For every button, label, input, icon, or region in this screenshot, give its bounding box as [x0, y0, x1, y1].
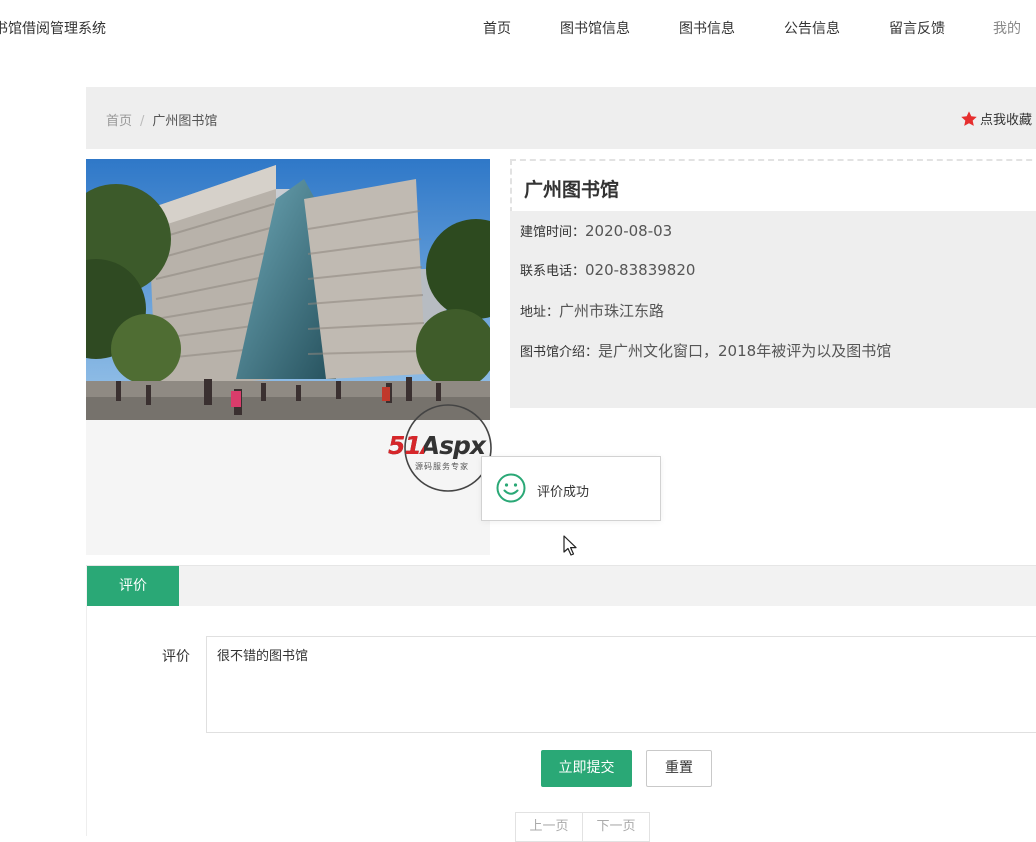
library-name: 广州图书馆: [524, 179, 620, 201]
mouse-cursor-icon: [563, 535, 577, 556]
breadcrumb-home[interactable]: 首页: [106, 114, 132, 129]
nav-library-info[interactable]: 图书馆信息: [560, 18, 630, 38]
detail-value: 2020-08-03: [585, 222, 673, 240]
detail-label: 联系电话：: [520, 264, 586, 279]
detail-value: 是广州文化窗口，2018年被评为以及图书馆: [598, 342, 892, 360]
star-icon: [961, 110, 977, 126]
detail-label: 图书馆介绍：: [520, 345, 599, 360]
detail-value: 020-83839820: [585, 261, 696, 279]
tab-review[interactable]: 评价: [87, 566, 179, 606]
nav-book-info[interactable]: 图书信息: [679, 18, 735, 38]
detail-label: 地址：: [520, 305, 560, 320]
watermark-tagline: 源码服务专家: [415, 462, 469, 471]
detail-phone: 联系电话：020-83839820: [520, 260, 695, 279]
prev-page-button[interactable]: 上一页: [515, 812, 583, 842]
nav-feedback[interactable]: 留言反馈: [889, 18, 945, 38]
detail-intro: 图书馆介绍：是广州文化窗口，2018年被评为以及图书馆: [520, 340, 891, 361]
breadcrumb-bar: 首页 / 广州图书馆 点我收藏: [86, 87, 1036, 149]
nav-mine[interactable]: 我的: [993, 18, 1021, 38]
library-photo: [86, 159, 490, 420]
library-title-box: 广州图书馆: [510, 159, 1036, 213]
favorite-label: 点我收藏: [980, 113, 1033, 128]
breadcrumb-separator: /: [140, 114, 145, 129]
breadcrumb-current: 广州图书馆: [152, 114, 218, 129]
detail-value: 广州市珠江东路: [559, 302, 665, 320]
library-gallery: [86, 159, 490, 555]
reset-button[interactable]: 重置: [646, 750, 712, 787]
smile-icon: [496, 473, 526, 503]
submit-button[interactable]: 立即提交: [541, 750, 632, 787]
next-page-button[interactable]: 下一页: [582, 812, 650, 842]
tab-bar: 评价: [86, 565, 1036, 607]
detail-address: 地址：广州市珠江东路: [520, 300, 664, 321]
favorite-button[interactable]: 点我收藏: [960, 109, 1032, 128]
library-details: 建馆时间：2020-08-03 联系电话：020-83839820 地址：广州市…: [510, 211, 1036, 408]
breadcrumb: 首页 / 广州图书馆: [106, 110, 217, 129]
watermark-brand-red: 51Aspx: [388, 431, 424, 460]
detail-label: 建馆时间：: [520, 225, 586, 240]
success-toast: 评价成功: [481, 456, 661, 521]
review-label: 评价: [162, 649, 190, 665]
toast-message: 评价成功: [537, 485, 590, 500]
site-title: 书馆借阅管理系统: [0, 21, 106, 37]
nav-home[interactable]: 首页: [483, 18, 511, 38]
detail-founded: 建馆时间：2020-08-03: [520, 221, 672, 240]
nav-notice-info[interactable]: 公告信息: [784, 18, 840, 38]
review-textarea[interactable]: 很不错的图书馆: [206, 636, 1036, 733]
